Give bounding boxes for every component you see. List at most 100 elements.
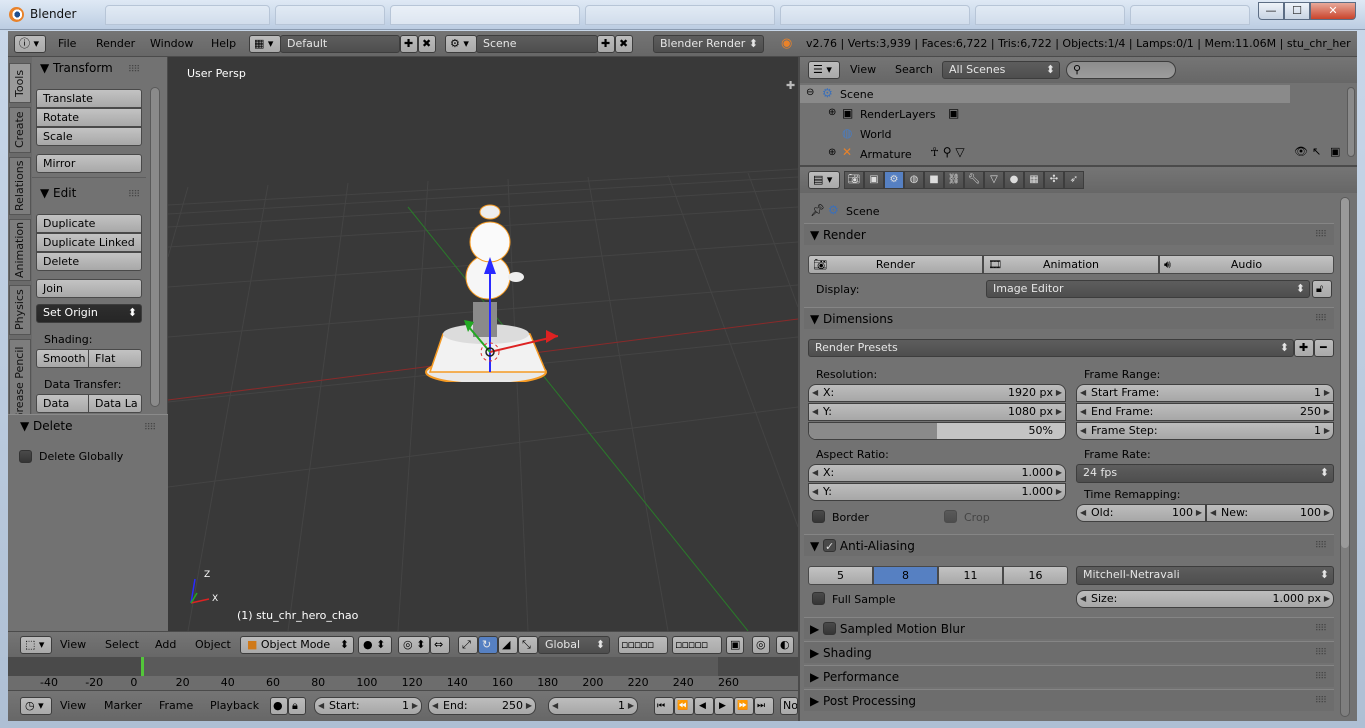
- flat-button[interactable]: Flat: [88, 349, 142, 368]
- motion-blur-checkbox[interactable]: [823, 622, 837, 635]
- renderable-camera-icon[interactable]: ▣: [1330, 145, 1340, 158]
- physics-tab-icon[interactable]: ➶: [1064, 171, 1084, 189]
- layout-selector[interactable]: ▦ ▾: [249, 35, 281, 53]
- drag-handle-icon[interactable]: ⠿⠿: [128, 190, 140, 200]
- shading-panel-header[interactable]: ▶ Shading ⠿⠿: [804, 641, 1334, 663]
- scene-selector[interactable]: ⚙ ▾: [445, 35, 477, 53]
- mode-dropdown[interactable]: ■ Object Mode ⬍: [240, 636, 354, 654]
- world-tab-icon[interactable]: ◍: [904, 171, 924, 189]
- prev-keyframe-button[interactable]: ⏪: [674, 697, 694, 715]
- manipulator-toggle[interactable]: ⇔: [430, 636, 450, 654]
- delete-operator-header[interactable]: ▼ Delete: [20, 419, 72, 433]
- end-frame-field[interactable]: ◀ End Frame: 250 ▶: [1076, 403, 1334, 421]
- aa-samples-16-button[interactable]: 16: [1003, 566, 1068, 585]
- drag-handle-icon[interactable]: ⠿⠿: [1315, 618, 1327, 640]
- tab-physics[interactable]: Physics: [9, 285, 31, 335]
- duplicate-linked-button[interactable]: Duplicate Linked: [36, 233, 142, 252]
- resolution-y-field[interactable]: ◀ Y: 1080 px ▶: [808, 403, 1066, 421]
- editor-type-button[interactable]: ⬚ ▾: [20, 636, 52, 654]
- menu-select[interactable]: Select: [105, 638, 139, 652]
- constraints-tab-icon[interactable]: ⛓︎: [944, 171, 964, 189]
- material-tab-icon[interactable]: ●: [1004, 171, 1024, 189]
- rotate-button[interactable]: Rotate: [36, 108, 142, 127]
- jump-end-button[interactable]: ⏭: [754, 697, 774, 715]
- drag-handle-icon[interactable]: ⠿⠿: [144, 423, 156, 433]
- scene-tab-icon[interactable]: ⚙: [884, 171, 904, 189]
- drag-handle-icon[interactable]: ⠿⠿: [1315, 642, 1327, 664]
- aspect-y-field[interactable]: ◀ Y: 1.000 ▶: [808, 483, 1066, 501]
- renderlayer-toggle-icon[interactable]: ▣: [948, 106, 959, 120]
- play-reverse-button[interactable]: ◀: [694, 697, 714, 715]
- end-frame-field[interactable]: ◀ End: 250 ▶: [428, 697, 536, 715]
- render-image-button[interactable]: 📷︎ Render: [808, 255, 983, 274]
- filter-size-field[interactable]: ◀ Size: 1.000 px ▶: [1076, 590, 1334, 608]
- start-frame-field[interactable]: ◀ Start: 1 ▶: [314, 697, 422, 715]
- collapse-icon[interactable]: ⊖: [806, 87, 814, 98]
- delete-button[interactable]: Delete: [36, 252, 142, 271]
- tab-relations[interactable]: Relations: [9, 157, 31, 215]
- particles-tab-icon[interactable]: ✣: [1044, 171, 1064, 189]
- outliner-item-scene[interactable]: Scene: [840, 88, 874, 101]
- join-button[interactable]: Join: [36, 279, 142, 298]
- display-mode-dropdown[interactable]: All Scenes ⬍: [942, 61, 1060, 79]
- menu-search[interactable]: Search: [895, 63, 933, 77]
- data-tab-icon[interactable]: ▽: [984, 171, 1004, 189]
- menu-view[interactable]: View: [60, 638, 86, 652]
- render-layers-tab-icon[interactable]: ▣: [864, 171, 884, 189]
- next-keyframe-button[interactable]: ⏩: [734, 697, 754, 715]
- pivot-dropdown[interactable]: ◎ ⬍: [398, 636, 430, 654]
- menu-file[interactable]: File: [58, 37, 76, 51]
- anti-aliasing-checkbox[interactable]: ✓: [823, 539, 837, 553]
- visibility-eye-icon[interactable]: 👁︎: [1294, 145, 1308, 158]
- toolshelf-scrollbar[interactable]: [150, 87, 160, 407]
- outliner-search-input[interactable]: ⚲: [1066, 61, 1176, 79]
- full-sample-checkbox[interactable]: [812, 592, 825, 605]
- render-animation-button[interactable]: 🎞︎ Animation: [983, 255, 1159, 274]
- tab-tools[interactable]: Tools: [9, 63, 31, 103]
- resolution-x-field[interactable]: ◀ X: 1920 px ▶: [808, 384, 1066, 402]
- menu-view[interactable]: View: [60, 699, 86, 713]
- frame-rate-dropdown[interactable]: 24 fps ⬍: [1076, 464, 1334, 483]
- tab-create[interactable]: Create: [9, 107, 31, 153]
- menu-frame[interactable]: Frame: [159, 699, 193, 713]
- keying-lock-toggle[interactable]: 🔒︎: [288, 697, 306, 715]
- current-frame-field[interactable]: ◀ 1 ▶: [548, 697, 638, 715]
- aa-samples-11-button[interactable]: 11: [938, 566, 1003, 585]
- drag-handle-icon[interactable]: ⠿⠿: [1315, 535, 1327, 557]
- menu-help[interactable]: Help: [211, 37, 236, 51]
- close-button[interactable]: ✕: [1310, 2, 1356, 20]
- render-preview-toggle[interactable]: ◐: [776, 636, 794, 654]
- translate-button[interactable]: Translate: [36, 89, 142, 108]
- menu-playback[interactable]: Playback: [210, 699, 259, 713]
- render-tab-icon[interactable]: 📷︎: [844, 171, 864, 189]
- drag-handle-icon[interactable]: ⠿⠿: [128, 65, 140, 75]
- set-origin-dropdown[interactable]: Set Origin ⬍: [36, 304, 142, 323]
- smooth-button[interactable]: Smooth: [36, 349, 89, 368]
- editor-type-button[interactable]: ◷ ▾: [20, 697, 52, 715]
- properties-scrollbar-thumb[interactable]: [1341, 198, 1349, 548]
- anti-aliasing-panel-header[interactable]: ▼ ✓ Anti-Aliasing ⠿⠿: [804, 534, 1334, 556]
- sampled-motion-blur-panel-header[interactable]: ▶ Sampled Motion Blur ⠿⠿: [804, 617, 1334, 639]
- expand-icon[interactable]: ⊕: [828, 147, 836, 158]
- drag-handle-icon[interactable]: ⠿⠿: [1315, 224, 1327, 246]
- 3d-viewport[interactable]: User Persp ✚ Z X (1) stu_chr_hero_chao: [168, 57, 798, 631]
- manipulator-rotate[interactable]: ↻: [478, 636, 498, 654]
- manipulator-extra[interactable]: ⤡: [518, 636, 538, 654]
- minimize-button[interactable]: —: [1258, 2, 1284, 20]
- start-frame-field[interactable]: ◀ Start Frame: 1 ▶: [1076, 384, 1334, 402]
- add-preset-button[interactable]: ✚: [1294, 339, 1314, 357]
- render-presets-dropdown[interactable]: Render Presets ⬍: [808, 339, 1294, 357]
- time-remap-old-field[interactable]: ◀ Old: 100 ▶: [1076, 504, 1206, 522]
- crop-checkbox[interactable]: [944, 510, 957, 523]
- remove-scene-button[interactable]: ✖: [615, 35, 633, 53]
- layers-grid-b[interactable]: ▫▫▫▫▫: [672, 636, 722, 654]
- transform-panel-header[interactable]: ▼ Transform: [40, 61, 113, 75]
- dimensions-panel-header[interactable]: ▼ Dimensions ⠿⠿: [804, 307, 1334, 329]
- aa-samples-5-button[interactable]: 5: [808, 566, 873, 585]
- menu-render[interactable]: Render: [96, 37, 135, 51]
- edit-panel-header[interactable]: ▼ Edit: [40, 186, 76, 200]
- add-scene-button[interactable]: ✚: [597, 35, 615, 53]
- drag-handle-icon[interactable]: ⠿⠿: [1315, 666, 1327, 688]
- remove-layout-button[interactable]: ✖: [418, 35, 436, 53]
- drag-handle-icon[interactable]: ⠿⠿: [1315, 690, 1327, 712]
